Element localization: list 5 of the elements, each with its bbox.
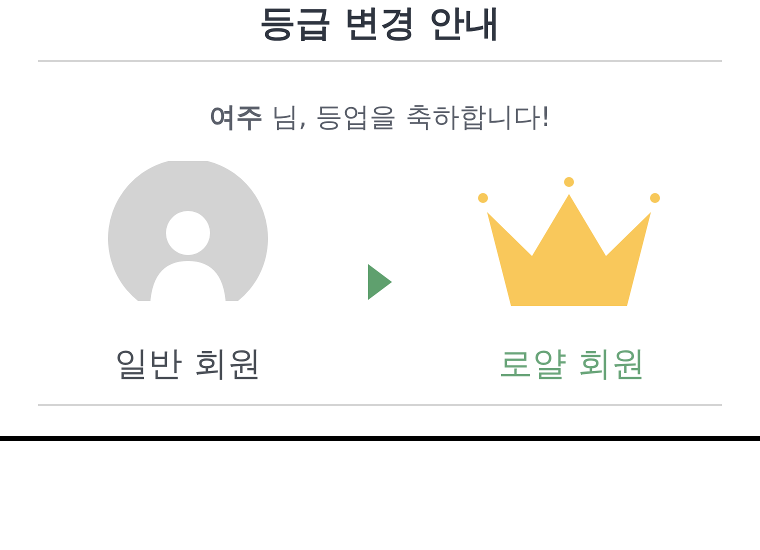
congratulation-message: 여주 님, 등업을 축하합니다! <box>208 101 552 135</box>
page-title: 등급 변경 안내 <box>259 2 501 46</box>
tier-label: 로얄 회원 <box>498 342 646 386</box>
tier-label: 일반 회원 <box>114 342 262 386</box>
arrow-icon <box>368 264 392 300</box>
